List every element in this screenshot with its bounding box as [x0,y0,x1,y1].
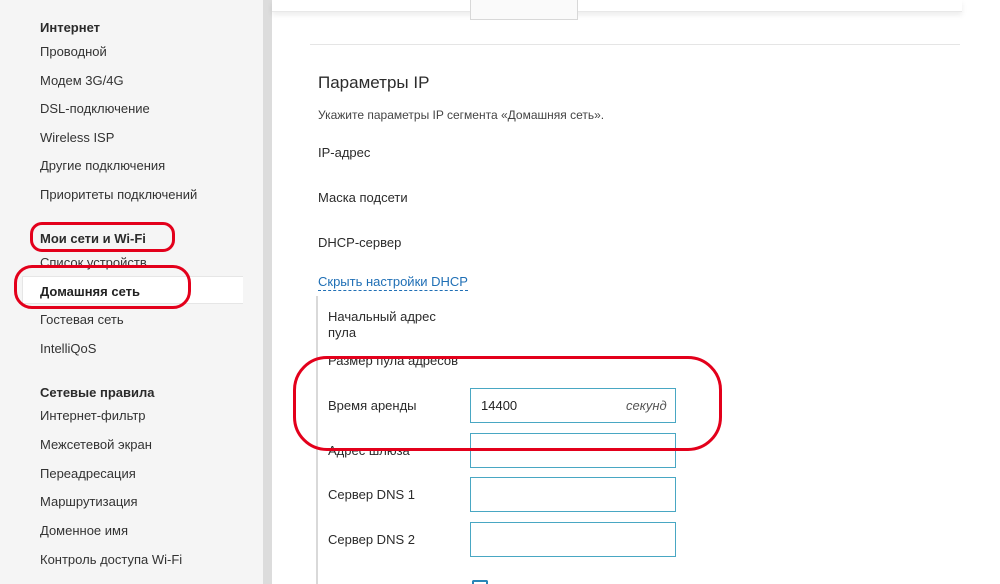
nav-item-modem[interactable]: Модем 3G/4G [40,73,124,88]
section-divider [310,44,960,45]
subnet-mask-label: Маска подсети [318,190,408,205]
dhcp-server-label: DHCP-сервер [318,235,402,250]
nav-item-device-list[interactable]: Список устройств [40,255,147,270]
nav-item-other-connections[interactable]: Другие подключения [40,158,165,173]
gateway-label: Адрес шлюза [328,443,410,458]
sidebar: Интернет Проводной Модем 3G/4G DSL-подкл… [0,0,263,584]
nav-section-internet: Интернет [40,20,101,35]
pool-start-label: Начальный адрес пула [328,309,436,340]
previous-card-button[interactable] [470,0,578,20]
nav-section-my-networks: Мои сети и Wi-Fi [40,231,146,246]
nav-item-connection-priorities[interactable]: Приоритеты подключений [40,187,197,202]
pool-size-label: Размер пула адресов [328,353,459,368]
dns2-label: Сервер DNS 2 [328,532,415,547]
checkbox-partial[interactable] [472,580,488,584]
nav-item-domain-name[interactable]: Доменное имя [40,523,128,538]
ip-address-label: IP-адрес [318,145,371,160]
section-description: Укажите параметры IP сегмента «Домашняя … [318,108,605,122]
nav-item-wifi-access-control[interactable]: Контроль доступа Wi-Fi [40,552,182,567]
nav-item-routing[interactable]: Маршрутизация [40,494,138,509]
nav-item-dsl[interactable]: DSL-подключение [40,101,150,116]
section-title: Параметры IP [318,73,430,92]
dhcp-group-bar [316,296,318,584]
sidebar-divider [263,0,272,584]
dns1-label: Сервер DNS 1 [328,487,415,502]
nav-item-port-forwarding[interactable]: Переадресация [40,466,136,481]
dns2-input[interactable] [470,522,676,557]
nav-item-guest-network[interactable]: Гостевая сеть [40,312,124,327]
gateway-input[interactable] [470,433,676,468]
nav-item-wireless-isp[interactable]: Wireless ISP [40,130,114,145]
nav-item-internet-filter[interactable]: Интернет-фильтр [40,408,146,423]
lease-time-unit: секунд [626,398,667,413]
hide-dhcp-settings-link[interactable]: Скрыть настройки DHCP [318,274,468,291]
previous-card-edge [272,0,962,12]
nav-item-wired[interactable]: Проводной [40,44,107,59]
lease-time-label: Время аренды [328,398,417,413]
nav-item-home-network[interactable]: Домашняя сеть [40,284,140,299]
dns1-input[interactable] [470,477,676,512]
nav-item-firewall[interactable]: Межсетевой экран [40,437,152,452]
nav-item-intelliqos[interactable]: IntelliQoS [40,341,96,356]
nav-section-network-rules: Сетевые правила [40,385,155,400]
